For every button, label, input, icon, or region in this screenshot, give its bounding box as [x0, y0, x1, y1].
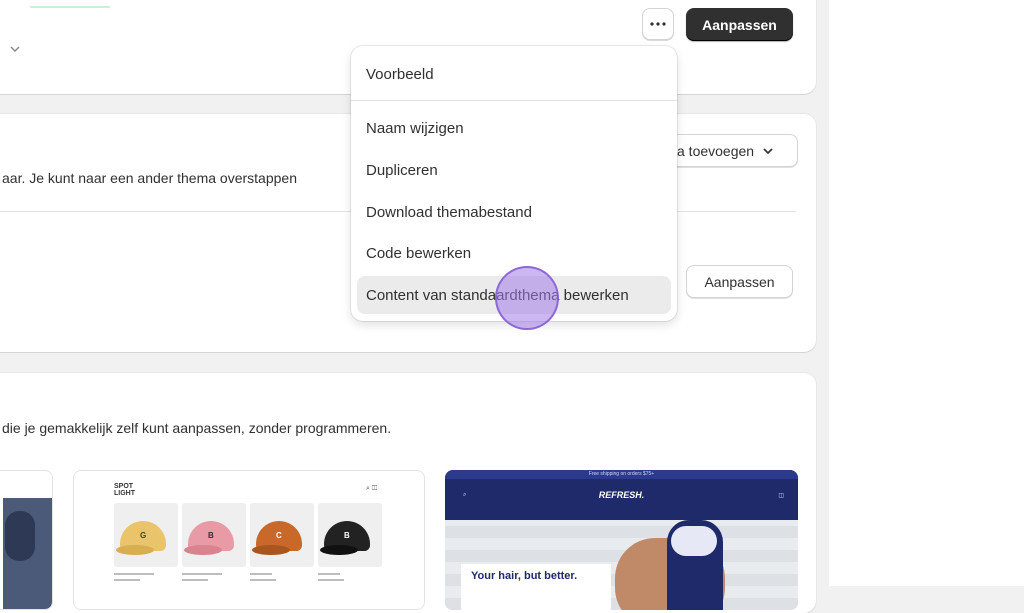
add-theme-dropdown[interactable]: a toevoegen: [660, 134, 798, 167]
thumbnail-logo: REFRESH.: [598, 490, 645, 500]
product-card: G: [114, 503, 178, 567]
theme-thumbnail[interactable]: SPOT LIGHT ⌕ ◫ G B C B: [73, 470, 425, 610]
thumbnail-logo: SPOT LIGHT: [114, 483, 135, 497]
hero-headline: Your hair, but better.: [471, 570, 578, 582]
add-theme-label: a toevoegen: [677, 142, 755, 159]
chevron-down-icon[interactable]: [9, 44, 21, 54]
chevron-down-icon: [763, 147, 773, 154]
product-card: B: [182, 503, 246, 567]
customize-button[interactable]: Aanpassen: [686, 8, 793, 41]
more-horizontal-icon: [650, 22, 666, 26]
menu-item-download-theme[interactable]: Download themabestand: [357, 193, 671, 231]
product-card: B: [318, 503, 382, 567]
theme-thumbnail[interactable]: Free shipping on orders $75+ REFRESH. ⌕ …: [445, 470, 798, 610]
free-themes-description: die je gemakkelijk zelf kunt aanpassen, …: [2, 420, 392, 436]
search-icon: ⌕: [463, 492, 467, 498]
theme-library-description: aar. Je kunt naar een ander thema overst…: [2, 170, 297, 186]
cart-icon: ◫: [778, 493, 784, 499]
menu-item-preview[interactable]: Voorbeeld: [357, 55, 671, 93]
right-pane: [829, 0, 1024, 586]
hero-image: Your hair, but better.: [445, 520, 798, 610]
status-indicator: [30, 6, 110, 8]
hero-text-box: Your hair, but better.: [461, 564, 611, 610]
thumbnail-nav-icons: ⌕ ◫: [366, 485, 378, 492]
announcement-bar: Free shipping on orders $75+: [445, 470, 798, 479]
menu-item-edit-code[interactable]: Code bewerken: [357, 234, 671, 272]
theme-thumbnail[interactable]: [0, 470, 53, 610]
menu-divider: [351, 100, 677, 101]
menu-item-duplicate[interactable]: Dupliceren: [357, 151, 671, 189]
thumbnail-shape: [5, 511, 35, 561]
more-actions-button[interactable]: [642, 8, 674, 40]
menu-item-rename[interactable]: Naam wijzigen: [357, 109, 671, 147]
customize-theme-button[interactable]: Aanpassen: [686, 265, 793, 298]
product-card: C: [250, 503, 314, 567]
click-indicator: [495, 266, 559, 330]
